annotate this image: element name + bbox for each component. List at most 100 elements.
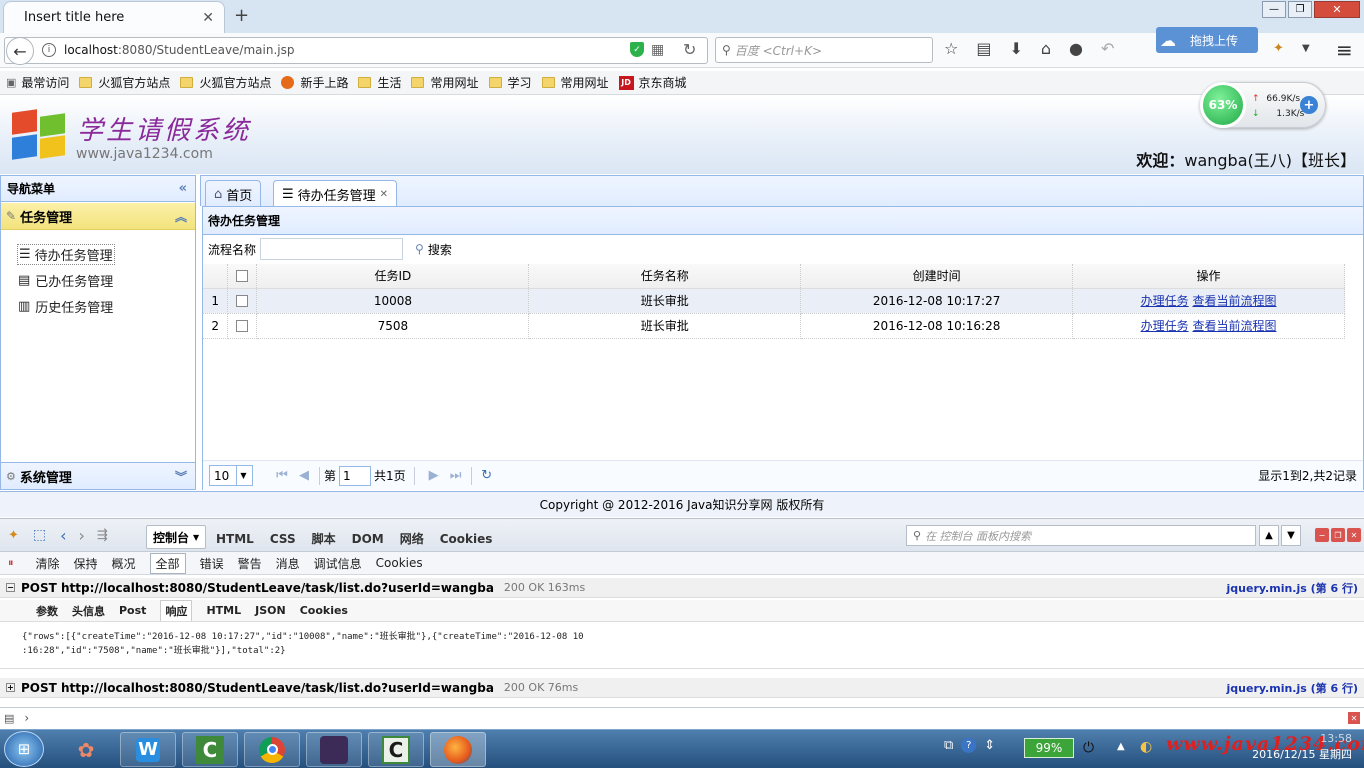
section-system-management[interactable]: ⚙ 系统管理 ︾ <box>1 462 195 489</box>
app-icon-w[interactable]: W <box>120 732 176 767</box>
bookmark-item[interactable]: 生活 <box>358 74 401 91</box>
inspect-icon[interactable]: ⬚ <box>33 527 46 543</box>
app-icon-colorful[interactable]: ✿ <box>58 732 114 767</box>
req-tab-html[interactable]: HTML <box>206 604 241 617</box>
reload-icon[interactable]: ↻ <box>683 40 696 59</box>
power-plug-icon[interactable]: ⏻ <box>1083 740 1094 756</box>
console-filter-errors[interactable]: 错误 <box>200 555 224 572</box>
console-persist[interactable]: 保持 <box>74 555 98 572</box>
col-create-time[interactable]: 创建时间 <box>800 264 1074 289</box>
qr-code-icon[interactable]: ▦ <box>651 42 664 58</box>
start-button-icon[interactable]: ⊞ <box>4 731 44 767</box>
search-box[interactable]: ⚲ 百度 <Ctrl+K> <box>715 37 933 63</box>
close-icon[interactable]: ✕ <box>380 189 388 200</box>
collapse-left-icon[interactable]: « <box>179 181 187 196</box>
pause-icon[interactable]: ⏸ <box>8 556 14 570</box>
console-filter-cookies[interactable]: Cookies <box>376 556 423 570</box>
console-filter-all[interactable]: 全部 <box>149 552 186 574</box>
request-row[interactable]: − POST http://localhost:8080/StudentLeav… <box>0 578 1364 598</box>
firebug-tab-html[interactable]: HTML <box>216 532 254 546</box>
collapse-icon[interactable]: − <box>6 583 15 592</box>
reading-list-icon[interactable]: ▤ <box>976 39 991 58</box>
browser-tab[interactable]: Insert title here ✕ <box>3 1 225 33</box>
tab-todo[interactable]: ☰ 待办任务管理 ✕ <box>273 180 398 208</box>
section-task-management[interactable]: ✎ 任务管理 ︽ <box>1 203 195 230</box>
chrome-icon[interactable] <box>244 732 300 767</box>
dropdown-icon[interactable]: ▼ <box>1302 43 1310 54</box>
process-name-input[interactable] <box>260 238 404 260</box>
plus-icon[interactable]: + <box>1300 96 1318 114</box>
network-icon[interactable]: ◐ <box>1140 739 1152 755</box>
first-page-icon[interactable]: ⏮ <box>271 468 293 483</box>
chevron-up-icon[interactable]: ▲ <box>1259 525 1279 546</box>
url-text[interactable]: localhost:8080/StudentLeave/main.jsp <box>64 43 294 57</box>
back-arrow-icon[interactable]: ‹ <box>60 526 66 545</box>
firebug-tab-script[interactable]: 脚本 <box>312 530 336 547</box>
prev-page-icon[interactable]: ◀ <box>293 468 315 483</box>
back-icon[interactable]: ← <box>6 37 34 65</box>
bookmark-item[interactable]: 火狐官方站点 <box>79 74 170 91</box>
req-tab-cookies[interactable]: Cookies <box>300 604 348 617</box>
firebug-tab-dom[interactable]: DOM <box>352 532 384 546</box>
console-filter-debug[interactable]: 调试信息 <box>314 555 362 572</box>
close-icon[interactable]: ✕ <box>1347 528 1361 542</box>
firebug-icon[interactable]: ✦ <box>8 528 19 543</box>
show-hidden-icon[interactable]: ▲ <box>1117 741 1125 752</box>
forward-arrow-icon[interactable]: › <box>79 526 85 545</box>
firebug-tab-cookies[interactable]: Cookies <box>440 532 493 546</box>
req-tab-headers[interactable]: 头信息 <box>72 603 105 619</box>
req-tab-response[interactable]: 响应 <box>160 600 193 621</box>
view-flowchart-link[interactable]: 查看当前流程图 <box>1192 294 1276 308</box>
command-icon[interactable]: ⇶ <box>97 528 108 543</box>
bookmark-item[interactable]: 新手上路 <box>281 74 348 91</box>
bookmark-item[interactable]: 常用网址 <box>411 74 479 91</box>
firebug-tab-console[interactable]: 控制台 ▼ <box>146 525 207 549</box>
console-profile[interactable]: 概况 <box>112 555 136 572</box>
console-filter-info[interactable]: 消息 <box>276 555 300 572</box>
bookmark-item[interactable]: 火狐官方站点 <box>180 74 271 91</box>
table-row[interactable]: 1 10008 班长审批 2016-12-08 10:17:27 办理任务 查看… <box>203 288 1345 314</box>
minimize-icon[interactable]: — <box>1262 1 1286 18</box>
close-window-icon[interactable]: ✕ <box>1314 1 1360 18</box>
help-icon[interactable]: ? <box>961 738 977 753</box>
page-number-input[interactable]: 1 <box>339 465 372 486</box>
chat-icon[interactable]: ● <box>1069 39 1083 58</box>
maximize-icon[interactable]: ❐ <box>1288 1 1312 18</box>
request-source[interactable]: jquery.min.js (第 6 行) <box>1227 580 1358 596</box>
chevron-down-icon[interactable]: ︾ <box>175 468 187 485</box>
bookmark-item[interactable]: ▣ 最常访问 <box>6 74 69 91</box>
req-tab-params[interactable]: 参数 <box>36 603 58 619</box>
close-icon[interactable]: ✕ <box>202 10 214 26</box>
tab-home[interactable]: ⌂ 首页 <box>205 180 262 207</box>
shield-icon[interactable]: ✓ <box>630 42 644 57</box>
console-menu-icon[interactable]: ▤ <box>4 712 14 725</box>
view-flowchart-link[interactable]: 查看当前流程图 <box>1192 319 1276 333</box>
eclipse-icon[interactable] <box>306 732 362 767</box>
download-icon[interactable]: ⬇ <box>1009 39 1022 58</box>
star-icon[interactable]: ☆ <box>944 39 958 58</box>
detach-icon[interactable]: ❐ <box>1331 528 1345 542</box>
firebug-tab-css[interactable]: CSS <box>270 532 296 546</box>
handle-task-link[interactable]: 办理任务 <box>1141 294 1189 308</box>
row-checkbox-cell[interactable] <box>227 288 258 314</box>
next-page-icon[interactable]: ▶ <box>423 468 445 483</box>
page-size-select[interactable]: 10 ▼ <box>209 465 253 486</box>
info-icon[interactable]: i <box>42 43 56 57</box>
refresh-icon[interactable]: ↻ <box>476 468 498 483</box>
firefox-icon[interactable] <box>430 732 486 767</box>
command-line[interactable]: ▤ › ✕ <box>0 707 1364 728</box>
tray-icon[interactable]: ⧉ <box>944 738 953 753</box>
grid-checkbox-header[interactable] <box>227 264 258 289</box>
upload-widget[interactable]: ☁ 拖拽上传 <box>1156 27 1258 53</box>
undo-icon[interactable]: ↶ <box>1101 39 1114 58</box>
last-page-icon[interactable]: ⏭ <box>445 468 467 483</box>
battery-indicator[interactable]: 99% <box>1024 738 1074 758</box>
row-checkbox[interactable] <box>236 295 249 307</box>
chevron-down-icon[interactable]: ▼ <box>1281 525 1301 546</box>
table-row[interactable]: 2 7508 班长审批 2016-12-08 10:16:28 办理任务 查看当… <box>203 313 1345 339</box>
firebug-search[interactable]: ⚲ 在 控制台 面板内搜索 <box>906 525 1256 546</box>
sidebar-item-done[interactable]: ▤ 已办任务管理 <box>18 271 113 290</box>
request-row[interactable]: + POST http://localhost:8080/StudentLeav… <box>0 678 1364 698</box>
extension-icon[interactable]: ✦ <box>1273 41 1284 56</box>
req-tab-post[interactable]: Post <box>119 604 146 617</box>
